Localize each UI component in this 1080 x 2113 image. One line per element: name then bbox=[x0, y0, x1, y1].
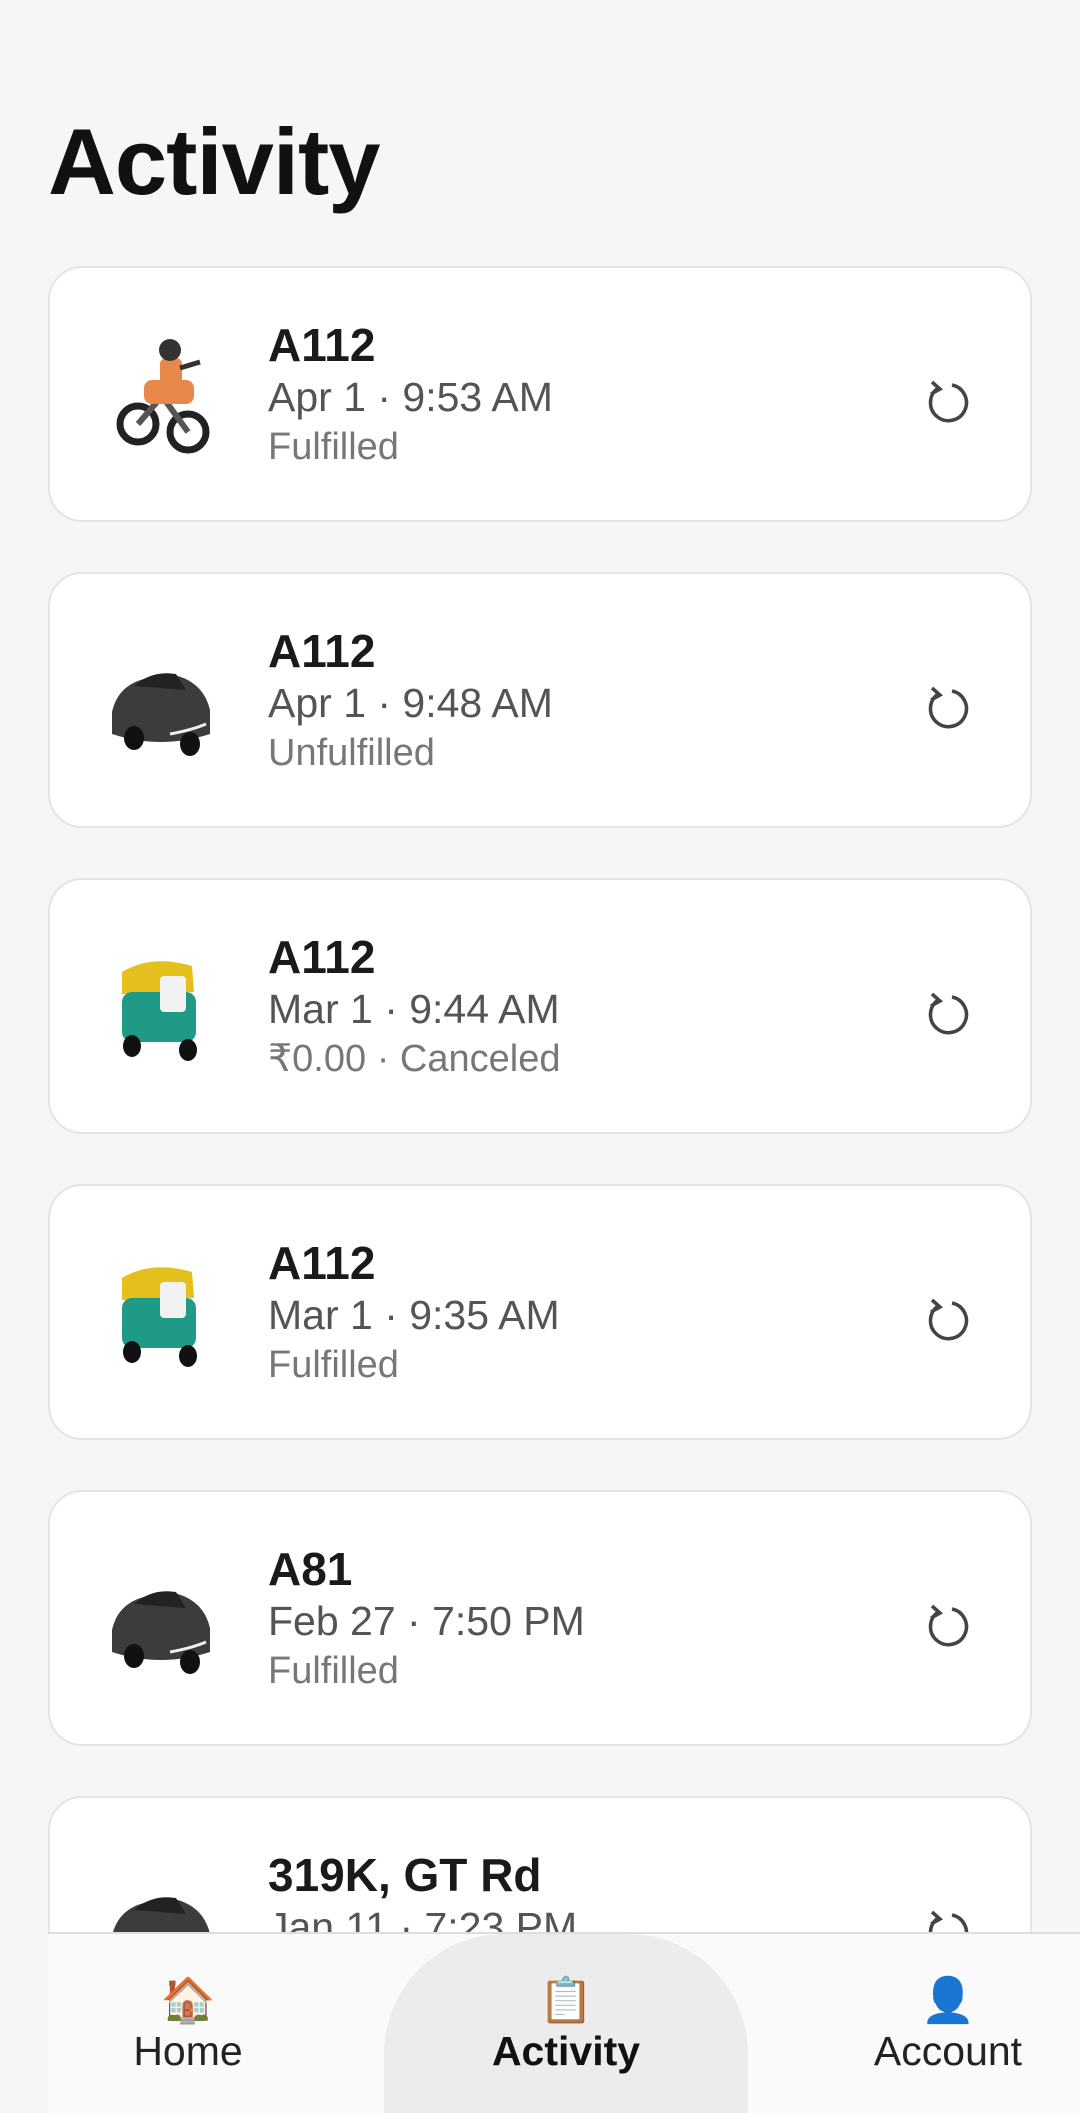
trip-name: A112 bbox=[268, 319, 376, 371]
nav-home[interactable]: 🏠 Home bbox=[108, 1934, 268, 2113]
rebook-icon[interactable] bbox=[922, 682, 974, 734]
nav-account-label: Account bbox=[873, 2028, 1023, 2074]
trip-datetime: Mar 1 · 9:44 AM bbox=[268, 986, 560, 1032]
auto-rickshaw-icon bbox=[100, 1242, 220, 1382]
trip-status: Unfulfilled bbox=[268, 732, 435, 774]
trip-datetime: Feb 27 · 7:50 PM bbox=[268, 1598, 585, 1644]
account-icon: 👤 bbox=[920, 1976, 976, 2025]
trip-status: Fulfilled bbox=[268, 426, 399, 468]
rebook-icon[interactable] bbox=[922, 1294, 974, 1346]
trip-name: 319K, GT Rd bbox=[268, 1849, 542, 1901]
nav-activity[interactable]: 📋 Activity bbox=[384, 1934, 748, 2113]
trip-name: A112 bbox=[268, 1237, 376, 1289]
activity-icon: 📋 bbox=[538, 1976, 594, 2025]
nav-activity-label: Activity bbox=[491, 2028, 641, 2074]
trip-datetime: Apr 1 · 9:48 AM bbox=[268, 680, 553, 726]
trip-card[interactable]: A112 Mar 1 · 9:35 AM Fulfilled bbox=[48, 1184, 1032, 1440]
car-icon bbox=[100, 1548, 220, 1688]
trip-card[interactable]: A112 Apr 1 · 9:48 AM Unfulfilled bbox=[48, 572, 1032, 828]
bottom-nav: 🏠 Home 📋 Activity 👤 Account bbox=[48, 1932, 1080, 2113]
activity-screen: Activity A112 Apr 1 · 9:53 AM Fulfilled bbox=[0, 0, 1080, 2113]
trip-name: A81 bbox=[268, 1543, 353, 1595]
auto-rickshaw-icon bbox=[100, 936, 220, 1076]
trip-status: ₹0.00 · Canceled bbox=[268, 1038, 561, 1080]
home-icon: 🏠 bbox=[160, 1976, 216, 2025]
nav-home-label: Home bbox=[133, 2028, 243, 2074]
nav-account[interactable]: 👤 Account bbox=[848, 1934, 1048, 2113]
trip-card[interactable]: A112 Apr 1 · 9:53 AM Fulfilled bbox=[48, 266, 1032, 522]
rebook-icon[interactable] bbox=[922, 376, 974, 428]
page-title: Activity bbox=[48, 109, 381, 214]
trip-datetime: Mar 1 · 9:35 AM bbox=[268, 1292, 560, 1338]
trip-name: A112 bbox=[268, 931, 376, 983]
car-icon bbox=[100, 630, 220, 770]
rebook-icon[interactable] bbox=[922, 1600, 974, 1652]
trip-status: Fulfilled bbox=[268, 1344, 399, 1386]
trip-status: Fulfilled bbox=[268, 1650, 399, 1692]
trip-datetime: Apr 1 · 9:53 AM bbox=[268, 374, 553, 420]
trip-card[interactable]: A81 Feb 27 · 7:50 PM Fulfilled bbox=[48, 1490, 1032, 1746]
trip-name: A112 bbox=[268, 625, 376, 677]
moto-icon bbox=[100, 324, 220, 464]
rebook-icon[interactable] bbox=[922, 988, 974, 1040]
trip-card[interactable]: A112 Mar 1 · 9:44 AM ₹0.00 · Canceled bbox=[48, 878, 1032, 1134]
